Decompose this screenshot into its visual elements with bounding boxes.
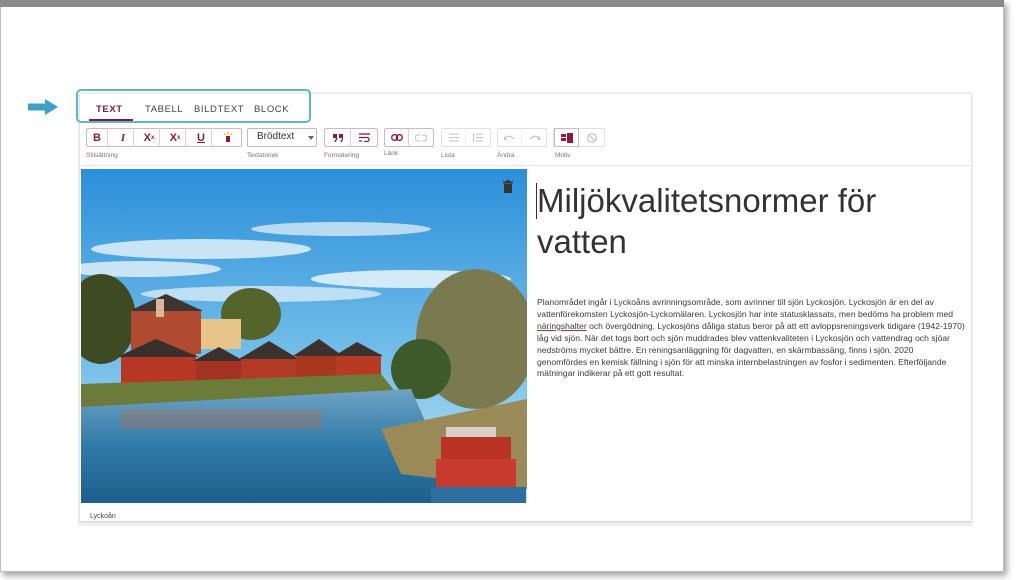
landscape-photo[interactable] xyxy=(81,169,527,503)
chevron-down-icon xyxy=(308,136,314,140)
bold-icon: B xyxy=(93,131,101,144)
tab-text[interactable]: TEXT xyxy=(96,104,123,115)
bullet-list-icon xyxy=(448,133,459,142)
motif-layout-button[interactable] xyxy=(554,128,579,147)
toolbar-divider xyxy=(80,165,971,166)
numbered-list-button[interactable] xyxy=(466,128,490,147)
quote-button[interactable] xyxy=(325,128,351,147)
block-icon xyxy=(587,132,597,143)
italic-button[interactable]: I xyxy=(113,128,134,147)
numbered-list-icon xyxy=(473,133,483,142)
image-caption[interactable]: Lyckoån xyxy=(90,513,116,520)
underline-button[interactable]: U xyxy=(191,128,212,147)
frame-top-bar xyxy=(0,0,1004,7)
group-label-formatering: Formatering xyxy=(324,152,360,159)
group-label-stil: Stilsättning xyxy=(86,152,118,159)
highlighter-icon xyxy=(223,131,232,142)
highlight-button[interactable] xyxy=(217,128,238,147)
redo-button[interactable] xyxy=(522,128,546,147)
paragraph-text-2: och övergödning. Lyckosjöns dåliga statu… xyxy=(537,320,965,379)
redo-icon xyxy=(529,135,540,140)
tab-tabell[interactable]: TABELL xyxy=(145,104,183,115)
group-label-textkategori: Textatoriek xyxy=(247,152,279,159)
paragraph-text-1: Planområdet ingår i Lyckoåns avrinningso… xyxy=(537,297,954,319)
tab-block[interactable]: BLOCK xyxy=(254,104,289,115)
underline-icon: U xyxy=(197,131,205,144)
quote-icon xyxy=(332,133,343,142)
link-button[interactable] xyxy=(385,128,409,147)
spellcheck-underlined-word: näringshalter xyxy=(537,320,587,331)
italic-icon: I xyxy=(120,131,126,144)
unlink-button[interactable] xyxy=(409,128,433,147)
section-heading[interactable]: Miljökvalitetsnormer för vatten xyxy=(537,180,957,262)
link-icon xyxy=(390,134,403,141)
bullet-list-button[interactable] xyxy=(442,128,466,147)
select-value: Brödtext xyxy=(257,131,295,142)
pointer-arrow-icon xyxy=(28,99,58,115)
text-wrap-icon xyxy=(358,133,370,142)
superscript-button[interactable]: Xx xyxy=(139,128,160,147)
bold-button[interactable]: B xyxy=(87,128,108,147)
trash-icon[interactable] xyxy=(503,180,513,193)
tab-bildtext[interactable]: BILDTEXT xyxy=(194,104,244,115)
remove-motif-button[interactable] xyxy=(580,128,604,147)
group-label-lista: Lista xyxy=(441,152,455,159)
layout-icon xyxy=(560,132,573,143)
group-label-lank: Länk xyxy=(384,150,399,157)
text-category-select[interactable]: Brödtext xyxy=(247,128,317,147)
active-tab-indicator xyxy=(89,119,133,121)
undo-button[interactable] xyxy=(498,128,522,147)
body-paragraph[interactable]: Planområdet ingår i Lyckoåns avrinningso… xyxy=(537,297,965,380)
group-label-motiv: Motiv xyxy=(555,152,571,159)
wrap-button[interactable] xyxy=(351,128,377,147)
superscript-icon: X xyxy=(143,131,151,144)
unlink-icon xyxy=(415,133,427,142)
undo-icon xyxy=(504,135,515,140)
subscript-icon: X xyxy=(169,131,177,144)
subscript-button[interactable]: Xx xyxy=(165,128,186,147)
group-label-andra: Ändra xyxy=(497,152,515,159)
